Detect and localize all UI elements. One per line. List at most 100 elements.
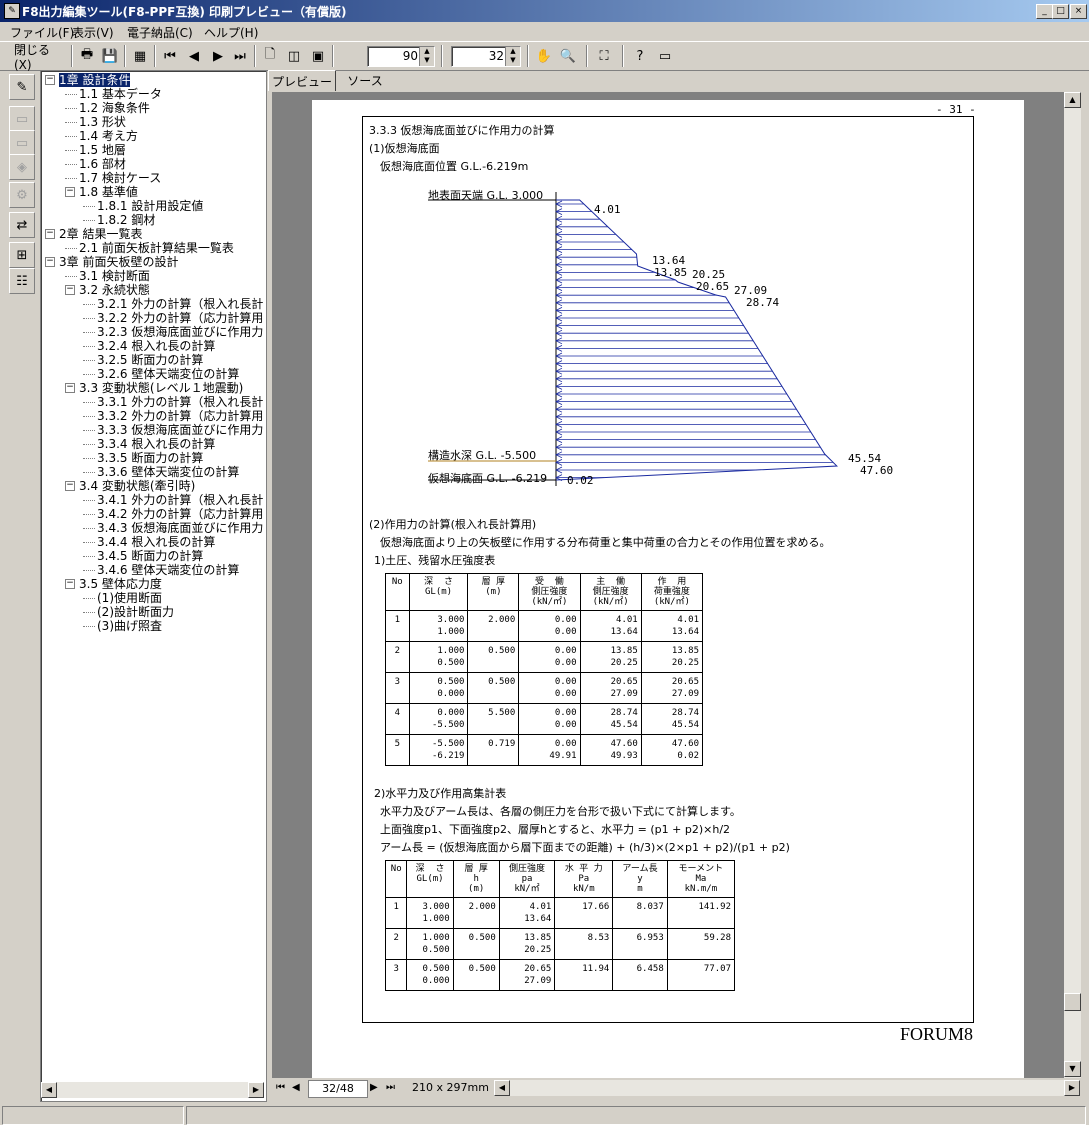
tree-item[interactable]: 3.3.2 外力の計算（応力計算用 bbox=[97, 409, 263, 423]
tree-item[interactable]: 3.2.2 外力の計算（応力計算用 bbox=[97, 311, 263, 325]
tree-item[interactable]: 2章 結果一覧表 bbox=[59, 227, 142, 241]
tree-item[interactable]: 1.4 考え方 bbox=[79, 129, 138, 143]
maximize-button[interactable]: □ bbox=[1052, 4, 1069, 19]
tree-hscrollbar[interactable]: ◀ ▶ bbox=[41, 1082, 264, 1098]
nav-first-icon[interactable]: ⏮ bbox=[276, 1082, 285, 1093]
tree-item[interactable]: 1.3 形状 bbox=[79, 115, 126, 129]
tree-collapse-toggle[interactable]: − bbox=[45, 229, 55, 239]
tree-item[interactable]: 3.3.3 仮想海底面並びに作用力 bbox=[97, 423, 263, 437]
tag-icon[interactable]: ◈ bbox=[9, 154, 35, 180]
hscroll-left-icon[interactable]: ◀ bbox=[494, 1080, 510, 1096]
hand-tool-icon[interactable]: ✋ bbox=[534, 45, 554, 67]
prev-page-icon[interactable]: ◀ bbox=[184, 45, 204, 67]
tree-item[interactable]: 1.8 基準値 bbox=[79, 185, 138, 199]
edit2-icon[interactable]: ▭ bbox=[9, 130, 35, 156]
tree-item[interactable]: 1.2 海象条件 bbox=[79, 101, 150, 115]
tree-item[interactable]: 3.4.4 根入れ長の計算 bbox=[97, 535, 215, 549]
tree-view-icon[interactable]: ⊞ bbox=[9, 242, 35, 268]
tree-item[interactable]: 3.4.6 壁体天端変位の計算 bbox=[97, 563, 239, 577]
tree-collapse-toggle[interactable]: − bbox=[65, 579, 75, 589]
page-spin-arrows[interactable]: ▲ ▼ bbox=[505, 47, 520, 66]
scroll-up-icon[interactable]: ▲ bbox=[1064, 92, 1081, 108]
tree-item[interactable]: 3.2.5 断面力の計算 bbox=[97, 353, 203, 367]
tree-item[interactable]: 3.3.5 断面力の計算 bbox=[97, 451, 203, 465]
scroll-left-icon[interactable]: ◀ bbox=[41, 1082, 57, 1098]
next-page-icon[interactable]: ▶ bbox=[208, 45, 228, 67]
tree-item[interactable]: 3.3.6 壁体天端変位の計算 bbox=[97, 465, 239, 479]
menu-file[interactable]: ファイル(F) bbox=[10, 24, 74, 41]
tree-item[interactable]: 3.2.4 根入れ長の計算 bbox=[97, 339, 215, 353]
tab-preview[interactable]: プレビュー bbox=[268, 70, 336, 91]
close-window-button[interactable]: × bbox=[1070, 4, 1087, 19]
preview-area[interactable]: - 31 - 3.3.3 仮想海底面並びに作用力の計算 (1)仮想海底面 仮想海… bbox=[272, 92, 1064, 1078]
tree-item[interactable]: 1.8.1 設計用設定値 bbox=[97, 199, 203, 213]
tree-item[interactable]: 3.4.2 外力の計算（応力計算用 bbox=[97, 507, 263, 521]
tree-collapse-toggle[interactable]: − bbox=[65, 187, 75, 197]
tree-item[interactable]: (3)曲げ照査 bbox=[97, 619, 162, 633]
tree-edit-icon[interactable]: ⚙ bbox=[9, 182, 35, 208]
about-icon[interactable]: ▭ bbox=[655, 45, 675, 67]
tree-item[interactable]: 1.7 検討ケース bbox=[79, 171, 161, 185]
menu-edelivery[interactable]: 電子納品(C) bbox=[127, 24, 193, 41]
tree-item[interactable]: (1)使用断面 bbox=[97, 591, 162, 605]
close-preview-button[interactable]: 閉じる(X) bbox=[14, 43, 66, 72]
tree-item[interactable]: 3.1 検討断面 bbox=[79, 269, 150, 283]
save-icon[interactable]: 💾 bbox=[100, 45, 120, 67]
nav-next-icon[interactable]: ▶ bbox=[370, 1082, 378, 1093]
preview-vscrollbar[interactable]: ▲ ▼ bbox=[1064, 92, 1081, 1078]
scroll-down-icon[interactable]: ▼ bbox=[1064, 1061, 1081, 1077]
minimize-button[interactable]: _ bbox=[1036, 4, 1053, 19]
page-setup-icon[interactable]: ▦ bbox=[130, 45, 150, 67]
print-icon[interactable]: 🖶 bbox=[77, 45, 97, 67]
tree-item[interactable]: 3.2.1 外力の計算（根入れ長計 bbox=[97, 297, 263, 311]
pencil-icon[interactable]: ✎ bbox=[9, 74, 35, 100]
tree-item[interactable]: 3.2.3 仮想海底面並びに作用力 bbox=[97, 325, 263, 339]
tree-item[interactable]: 2.1 前面矢板計算結果一覧表 bbox=[79, 241, 234, 255]
tree-item[interactable]: 3.4.3 仮想海底面並びに作用力 bbox=[97, 521, 263, 535]
tree-item[interactable]: (2)設計断面力 bbox=[97, 605, 174, 619]
hscroll-right-icon[interactable]: ▶ bbox=[1064, 1080, 1080, 1096]
tree-collapse-toggle[interactable]: − bbox=[65, 383, 75, 393]
tree-item[interactable]: 3.3 変動状態(レベル１地震動) bbox=[79, 381, 243, 395]
last-page-icon[interactable]: ⏭ bbox=[230, 45, 250, 67]
help-icon[interactable]: ? bbox=[630, 45, 650, 67]
tree-collapse-toggle[interactable]: − bbox=[45, 257, 55, 267]
two-page-icon[interactable]: ◫ bbox=[284, 45, 304, 67]
preview-hscrollbar[interactable]: ◀ ▶ bbox=[494, 1080, 1080, 1096]
outline-icon[interactable]: ☷ bbox=[9, 268, 35, 294]
tree-item[interactable]: 3.3.4 根入れ長の計算 bbox=[97, 437, 215, 451]
tree-item[interactable]: 3.2 永続状態 bbox=[79, 283, 150, 297]
tree-item[interactable]: 1.8.2 鋼材 bbox=[97, 213, 155, 227]
tree-item[interactable]: 3.2.6 壁体天端変位の計算 bbox=[97, 367, 239, 381]
tree-item[interactable]: 3章 前面矢板壁の設計 bbox=[59, 255, 178, 269]
page-spinner[interactable]: 32 ▲ ▼ bbox=[451, 46, 521, 67]
tree-item[interactable]: 3.4.1 外力の計算（根入れ長計 bbox=[97, 493, 263, 507]
scroll-right-icon[interactable]: ▶ bbox=[248, 1082, 264, 1098]
tree-item[interactable]: 1章 設計条件 bbox=[59, 73, 131, 87]
tab-source[interactable]: ソース bbox=[338, 70, 392, 90]
tree-collapse-toggle[interactable]: − bbox=[45, 75, 55, 85]
menu-help[interactable]: ヘルプ(H) bbox=[204, 24, 258, 41]
nav-last-icon[interactable]: ⏭ bbox=[386, 1082, 395, 1093]
edit-icon[interactable]: ▭ bbox=[9, 106, 35, 132]
tree-item[interactable]: 1.5 地層 bbox=[79, 143, 126, 157]
magnifier-icon[interactable]: 🔍 bbox=[558, 45, 578, 67]
multi-page-icon[interactable]: ▣ bbox=[308, 45, 328, 67]
single-page-icon[interactable]: 🗋 bbox=[260, 45, 280, 67]
tree-item[interactable]: 1.6 部材 bbox=[79, 157, 126, 171]
tree-item[interactable]: 3.4.5 断面力の計算 bbox=[97, 549, 203, 563]
export-icon[interactable]: ⇄ bbox=[9, 212, 35, 238]
page-indicator[interactable]: 32/48 bbox=[308, 1080, 368, 1098]
tree-collapse-toggle[interactable]: − bbox=[65, 285, 75, 295]
first-page-icon[interactable]: ⏮ bbox=[160, 45, 180, 67]
zoom-spin-arrows[interactable]: ▲ ▼ bbox=[419, 47, 434, 66]
tree-item[interactable]: 1.1 基本データ bbox=[79, 87, 162, 101]
tree-item[interactable]: 3.3.1 外力の計算（根入れ長計 bbox=[97, 395, 263, 409]
menu-view[interactable]: 表示(V) bbox=[72, 24, 114, 41]
nav-prev-icon[interactable]: ◀ bbox=[292, 1082, 300, 1093]
tree-collapse-toggle[interactable]: − bbox=[65, 481, 75, 491]
zoom-spinner[interactable]: 90 ▲ ▼ bbox=[367, 46, 435, 67]
tree-item[interactable]: 3.4 変動状態(牽引時) bbox=[79, 479, 195, 493]
fit-page-icon[interactable]: ⛶ bbox=[594, 45, 614, 67]
scroll-thumb[interactable] bbox=[1064, 993, 1081, 1011]
